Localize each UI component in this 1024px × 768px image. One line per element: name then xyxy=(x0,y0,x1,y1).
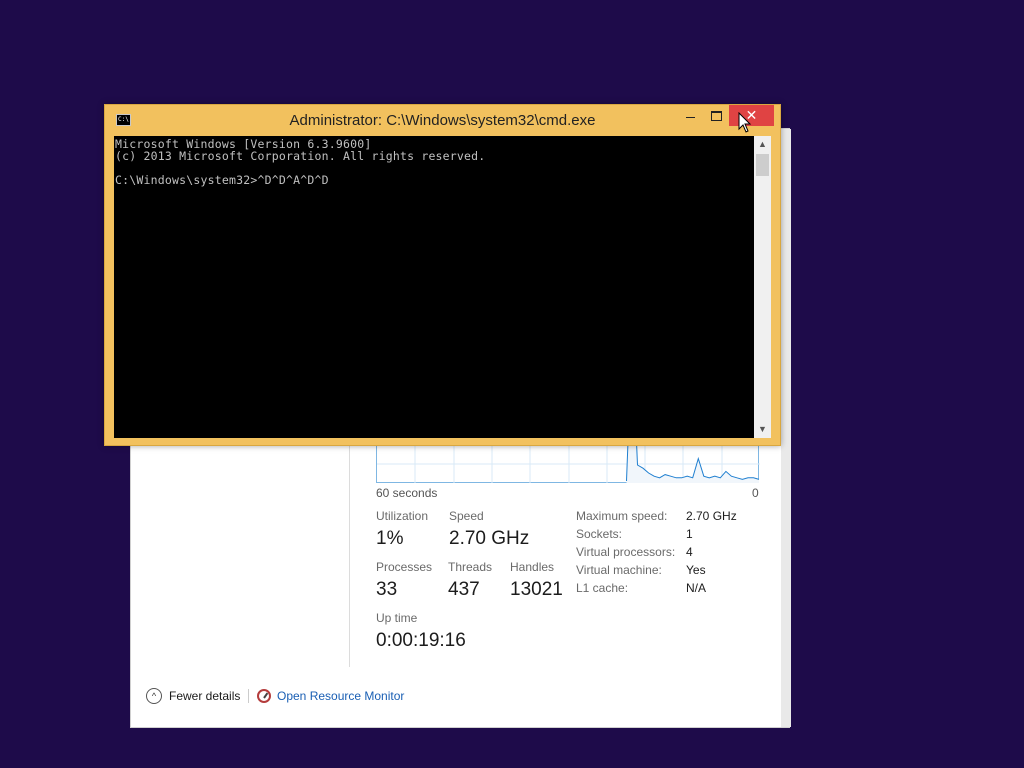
fewer-details-button[interactable]: ^ Fewer details xyxy=(146,686,240,706)
open-resource-monitor-label: Open Resource Monitor xyxy=(277,689,405,703)
console-line: (c) 2013 Microsoft Corporation. All righ… xyxy=(115,149,486,163)
spec-label-sockets: Sockets: xyxy=(576,527,623,541)
spec-label-virtual-processors: Virtual processors: xyxy=(576,545,676,559)
processes-value: 33 xyxy=(376,579,398,600)
spec-label-max-speed: Maximum speed: xyxy=(576,509,668,523)
speed-value: 2.70 GHz xyxy=(449,528,530,549)
uptime-value: 0:00:19:16 xyxy=(376,630,466,651)
threads-value: 437 xyxy=(448,579,480,600)
pane-divider xyxy=(349,445,350,667)
spec-value-virtual-processors: 4 xyxy=(686,545,693,559)
window-edge xyxy=(781,129,791,727)
vertical-scrollbar[interactable]: ▲ ▼ xyxy=(754,136,771,438)
footer-separator xyxy=(248,689,249,703)
mouse-pointer-icon xyxy=(738,112,752,133)
spec-label-virtual-machine: Virtual machine: xyxy=(576,563,662,577)
spec-value-sockets: 1 xyxy=(686,527,693,541)
threads-label: Threads xyxy=(448,560,493,574)
processes-label: Processes xyxy=(376,560,433,574)
scroll-up-arrow-icon[interactable]: ▲ xyxy=(754,136,771,153)
utilization-label: Utilization xyxy=(376,509,429,523)
maximize-button[interactable] xyxy=(703,105,729,126)
console-prompt-line: C:\Windows\system32>^D^D^A^D^D xyxy=(115,173,329,187)
graph-canvas xyxy=(377,444,760,483)
minimize-button[interactable] xyxy=(677,105,703,126)
spec-label-l1-cache: L1 cache: xyxy=(576,581,629,595)
console-output[interactable]: Microsoft Windows [Version 6.3.9600] (c)… xyxy=(114,136,754,438)
maximize-icon xyxy=(710,110,722,121)
cmd-window[interactable]: C:\ Administrator: C:\Windows\system32\c… xyxy=(104,104,781,446)
graph-min-label: 0 xyxy=(752,486,759,500)
resource-monitor-icon xyxy=(257,689,271,703)
spec-value-max-speed: 2.70 GHz xyxy=(686,509,737,523)
open-resource-monitor-link[interactable]: Open Resource Monitor xyxy=(257,686,404,706)
utilization-value: 1% xyxy=(376,528,404,549)
minimize-icon xyxy=(685,117,695,118)
handles-label: Handles xyxy=(510,560,555,574)
handles-value: 13021 xyxy=(510,579,563,600)
scroll-down-arrow-icon[interactable]: ▼ xyxy=(754,421,771,438)
uptime-label: Up time xyxy=(376,611,418,625)
spec-value-virtual-machine: Yes xyxy=(686,563,706,577)
spec-value-l1-cache: N/A xyxy=(686,581,707,595)
speed-label: Speed xyxy=(449,509,484,523)
graph-time-label: 60 seconds xyxy=(376,486,438,500)
chevron-up-icon: ^ xyxy=(146,688,162,704)
fewer-details-label: Fewer details xyxy=(169,689,241,703)
scroll-thumb[interactable] xyxy=(756,154,769,176)
cpu-utilization-graph xyxy=(376,444,760,483)
cmd-title-bar[interactable]: C:\ Administrator: C:\Windows\system32\c… xyxy=(105,105,780,136)
